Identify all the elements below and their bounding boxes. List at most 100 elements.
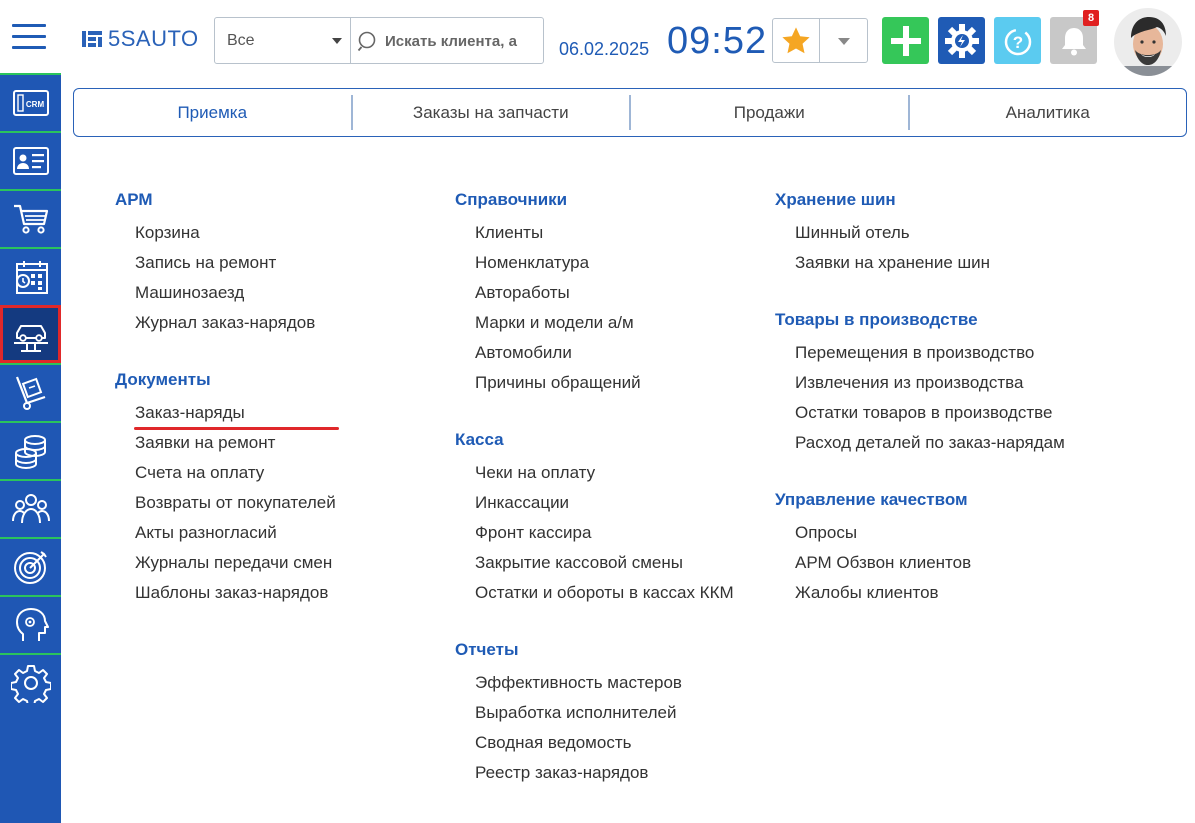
- plus-icon: [890, 25, 921, 56]
- favorites-menu-toggle[interactable]: [820, 19, 867, 62]
- menu-item-clients[interactable]: Клиенты: [475, 218, 734, 248]
- svg-text:CRM: CRM: [25, 100, 44, 109]
- help-icon: ?: [1004, 28, 1031, 55]
- menu-item-car-makes-models[interactable]: Марки и модели а/м: [475, 308, 734, 338]
- menu-group-cashbox: Касса Чеки на оплату Инкассации Фронт ка…: [455, 428, 734, 608]
- menu-item-payment-receipts[interactable]: Чеки на оплату: [475, 458, 734, 488]
- menu-group-documents: Документы Заказ-наряды Заявки на ремонт …: [115, 368, 339, 608]
- section-tabs: Приемка Заказы на запчасти Продажи Анали…: [73, 88, 1187, 137]
- tab-analytics[interactable]: Аналитика: [910, 89, 1187, 136]
- menu-item-cars[interactable]: Автомобили: [475, 338, 734, 368]
- search-icon: [357, 31, 376, 52]
- tab-priemka[interactable]: Приемка: [74, 89, 351, 136]
- help-button[interactable]: ?: [994, 17, 1041, 64]
- menu-item-summary-sheet[interactable]: Сводная ведомость: [475, 728, 734, 758]
- sidebar-item-team[interactable]: [0, 479, 61, 537]
- search-field[interactable]: [351, 18, 543, 63]
- logo-text: 5SAUTO: [108, 26, 199, 51]
- avatar[interactable]: [1114, 8, 1182, 76]
- tab-sales[interactable]: Продажи: [631, 89, 908, 136]
- menu-item-tire-storage-requests[interactable]: Заявки на хранение шин: [795, 248, 1065, 278]
- menu-group-title: Справочники: [455, 190, 568, 209]
- menu-group-goods-in-production: Товары в производстве Перемещения в прои…: [775, 308, 1065, 458]
- hamburger-icon[interactable]: [12, 24, 46, 50]
- car-lift-icon: [13, 325, 48, 352]
- menu-group-quality-management: Управление качеством Опросы АРМ Обзвон к…: [775, 488, 1065, 608]
- tab-parts-orders[interactable]: Заказы на запчасти: [353, 89, 630, 136]
- gear-icon: [944, 23, 979, 58]
- hand-truck-icon: [15, 376, 45, 410]
- sidebar-item-hand-truck[interactable]: [0, 363, 61, 421]
- menu-column-2: Справочники Клиенты Номенклатура Автораб…: [455, 188, 734, 818]
- menu-item-tire-hotel[interactable]: Шинный отель: [795, 218, 1065, 248]
- sidebar-item-clients[interactable]: [0, 131, 61, 189]
- menu-item-customer-returns[interactable]: Возвраты от покупателей: [135, 488, 336, 518]
- menu-item-car-arrival[interactable]: Машинозаезд: [135, 278, 336, 308]
- menu-item-surveys[interactable]: Опросы: [795, 518, 1065, 548]
- menu-column-3: Хранение шин Шинный отель Заявки на хран…: [775, 188, 1065, 638]
- chevron-down-icon: [838, 38, 850, 45]
- menu-item-production-balances[interactable]: Остатки товаров в производстве: [795, 398, 1065, 428]
- sidebar-item-car-lift[interactable]: [0, 305, 61, 363]
- add-button[interactable]: [882, 17, 929, 64]
- menu-item-work-orders[interactable]: Заказ-наряды: [134, 398, 339, 430]
- team-icon: [11, 494, 50, 524]
- menu-item-invoices[interactable]: Счета на оплату: [135, 458, 336, 488]
- menu-item-client-calls[interactable]: АРМ Обзвон клиентов: [795, 548, 1065, 578]
- sidebar-item-crm[interactable]: CRM: [0, 73, 61, 131]
- settings-icon: [10, 665, 51, 703]
- menu-item-master-efficiency[interactable]: Эффективность мастеров: [475, 668, 734, 698]
- menu-item-parts-consumption[interactable]: Расход деталей по заказ-нарядам: [795, 428, 1065, 458]
- target-icon: [13, 551, 47, 584]
- menu-item-client-complaints[interactable]: Жалобы клиентов: [795, 578, 1065, 608]
- menu-group-title: Касса: [455, 430, 504, 449]
- chevron-down-icon: [332, 38, 342, 44]
- sidebar-item-head[interactable]: [0, 595, 61, 653]
- menu-item-production-transfers[interactable]: Перемещения в производство: [795, 338, 1065, 368]
- menu-group-arm: АРМ Корзина Запись на ремонт Машинозаезд…: [115, 188, 336, 338]
- settings-button[interactable]: [938, 17, 985, 64]
- menu-item-nomenclature[interactable]: Номенклатура: [475, 248, 734, 278]
- current-date: 06.02.2025: [559, 39, 650, 59]
- sidebar-item-cart[interactable]: [0, 189, 61, 247]
- menu-item-repair-requests[interactable]: Заявки на ремонт: [135, 428, 336, 458]
- menu-item-executor-output[interactable]: Выработка исполнителей: [475, 698, 734, 728]
- menu-item-production-extractions[interactable]: Извлечения из производства: [795, 368, 1065, 398]
- menu-item-request-reasons[interactable]: Причины обращений: [475, 368, 734, 398]
- menu-item-kkm-balances[interactable]: Остатки и обороты в кассах ККМ: [475, 578, 734, 608]
- menu-item-cart[interactable]: Корзина: [135, 218, 336, 248]
- menu-item-collections[interactable]: Инкассации: [475, 488, 734, 518]
- menu-group-title: Управление качеством: [775, 490, 968, 509]
- menu-item-work-order-templates[interactable]: Шаблоны заказ-нарядов: [135, 578, 336, 608]
- svg-text:?: ?: [1012, 33, 1022, 52]
- calendar-icon: [15, 261, 48, 294]
- menu-group-title: Документы: [115, 370, 211, 389]
- search-input[interactable]: [385, 28, 539, 54]
- menu-item-auto-works[interactable]: Автоработы: [475, 278, 734, 308]
- logo-mark-icon: [82, 31, 102, 47]
- search-scope-select[interactable]: Все: [215, 18, 351, 63]
- coins-icon: [14, 435, 46, 470]
- favorites-button[interactable]: [773, 19, 820, 62]
- menu-item-shift-handover-logs[interactable]: Журналы передачи смен: [135, 548, 336, 578]
- menu-item-repair-booking[interactable]: Запись на ремонт: [135, 248, 336, 278]
- menu-item-discrepancy-acts[interactable]: Акты разногласий: [135, 518, 336, 548]
- menu-item-close-cash-shift[interactable]: Закрытие кассовой смены: [475, 548, 734, 578]
- id-card-icon: [12, 147, 49, 175]
- notifications-button[interactable]: 8: [1050, 10, 1099, 64]
- logo[interactable]: 5SAUTO: [82, 26, 199, 51]
- search-group: Все: [214, 17, 544, 64]
- sidebar-item-settings[interactable]: [0, 653, 61, 711]
- menu-group-title: Отчеты: [455, 640, 519, 659]
- menu-group-title: Хранение шин: [775, 190, 896, 209]
- sidebar-item-calendar[interactable]: [0, 247, 61, 305]
- menu-item-cashier-front[interactable]: Фронт кассира: [475, 518, 734, 548]
- sidebar-item-coins[interactable]: [0, 421, 61, 479]
- search-scope-value: Все: [227, 32, 255, 49]
- bell-icon: [1061, 27, 1086, 55]
- menu-item-work-order-journal[interactable]: Журнал заказ-нарядов: [135, 308, 336, 338]
- favorites-dropdown: [772, 18, 868, 63]
- menu-item-work-order-registry[interactable]: Реестр заказ-нарядов: [475, 758, 734, 788]
- sidebar-item-target[interactable]: [0, 537, 61, 595]
- crm-icon: CRM: [12, 90, 49, 116]
